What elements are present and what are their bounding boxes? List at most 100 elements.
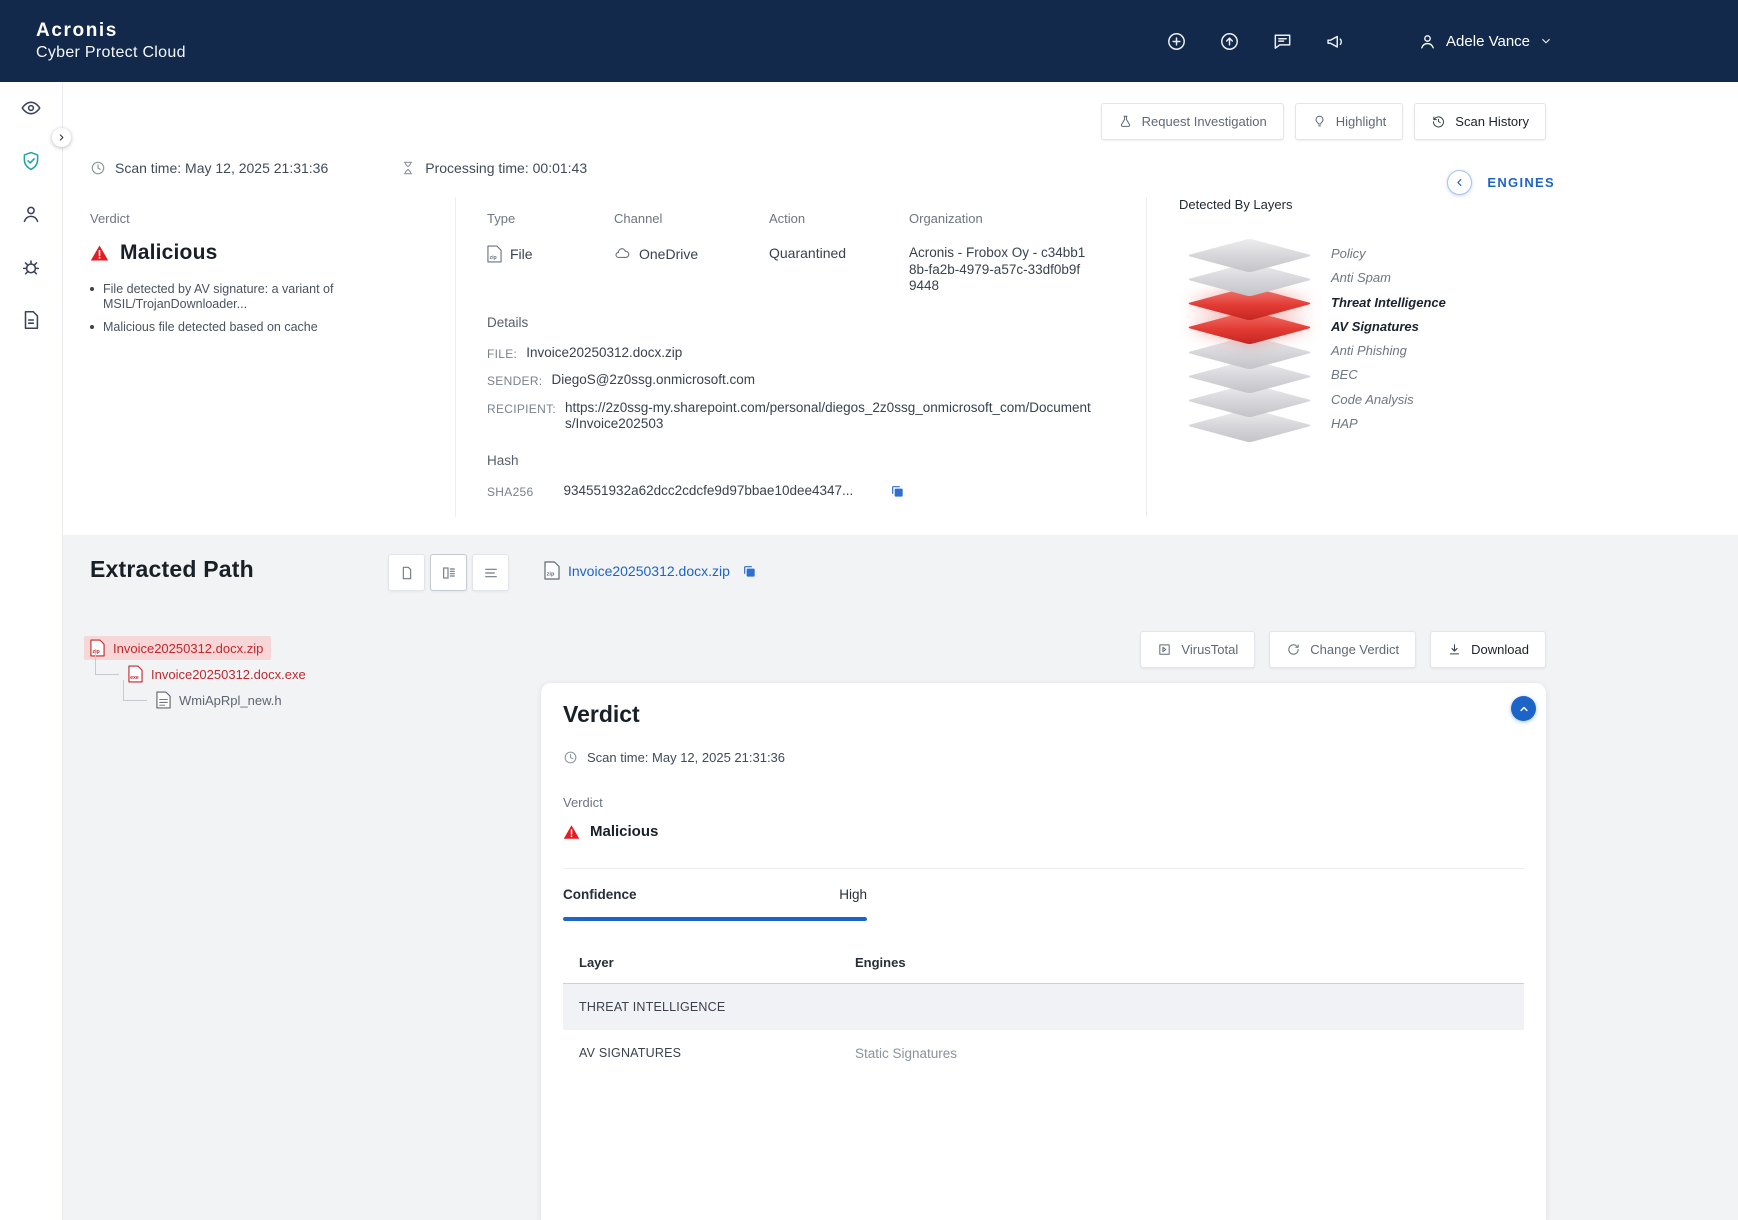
- hash-title: Hash: [487, 453, 1146, 468]
- tree-item-zip[interactable]: zip Invoice20250312.docx.zip: [84, 635, 514, 661]
- table-row[interactable]: AV SIGNATURES Static Signatures: [563, 1030, 1524, 1076]
- svg-text:exe: exe: [130, 675, 139, 681]
- verdict-reasons: File detected by AV signature: a variant…: [90, 282, 455, 335]
- collapse-card-button[interactable]: [1511, 696, 1536, 721]
- layer-label: BEC: [1331, 363, 1556, 387]
- hash-block: Hash SHA256 934551932a62dcc2cdcfe9d97bba…: [487, 453, 1146, 500]
- download-label: Download: [1471, 642, 1529, 657]
- tree-item-name: Invoice20250312.docx.zip: [113, 641, 263, 656]
- channel-label: Channel: [614, 211, 769, 226]
- engines-label: ENGINES: [1487, 175, 1555, 190]
- extracted-path-title: Extracted Path: [90, 556, 254, 583]
- layer-bec: BEC: [1179, 363, 1556, 387]
- action-label: Action: [769, 211, 909, 226]
- card-scan-time: Scan time: May 12, 2025 21:31:36: [563, 750, 1524, 765]
- verdict-reason: Malicious file detected based on cache: [90, 320, 455, 335]
- verdict-label: Verdict: [90, 211, 455, 226]
- card-verdict-label: Verdict: [563, 795, 1524, 810]
- sidebar-expand-button[interactable]: [52, 128, 71, 147]
- tree-connector: [95, 674, 119, 675]
- processing-time-text: Processing time: 00:01:43: [425, 160, 587, 176]
- table-row[interactable]: THREAT INTELLIGENCE: [563, 984, 1524, 1030]
- card-scan-time-text: Scan time: May 12, 2025 21:31:36: [587, 750, 785, 765]
- type-value-text: File: [510, 246, 533, 262]
- tree-item-name: WmiApRpl_new.h: [179, 693, 282, 708]
- current-file-row: zip Invoice20250312.docx.zip: [544, 561, 757, 580]
- chevron-left-icon: [1453, 176, 1466, 189]
- detected-by-layers-panel: Detected By Layers Policy Anti Spam Thre…: [1146, 197, 1556, 517]
- scan-history-button[interactable]: Scan History: [1414, 103, 1546, 140]
- highlight-label: Highlight: [1336, 114, 1387, 129]
- layer-label: Code Analysis: [1331, 388, 1556, 412]
- processing-time: Processing time: 00:01:43: [400, 160, 587, 176]
- svg-text:zip: zip: [547, 572, 555, 578]
- chat-icon[interactable]: [1272, 31, 1293, 52]
- request-investigation-button[interactable]: Request Investigation: [1101, 103, 1284, 140]
- card-verdict-value: Malicious: [590, 823, 658, 840]
- plus-icon[interactable]: [1166, 31, 1187, 52]
- megaphone-icon[interactable]: [1325, 31, 1346, 52]
- download-icon: [1447, 642, 1462, 657]
- verdict-detail-card: Verdict Scan time: May 12, 2025 21:31:36…: [541, 683, 1546, 1220]
- copy-icon[interactable]: [741, 563, 757, 579]
- download-button[interactable]: Download: [1430, 631, 1546, 668]
- flask-icon: [1118, 114, 1133, 129]
- layer-label: Anti Phishing: [1331, 339, 1556, 363]
- chevron-up-icon: [1517, 702, 1531, 716]
- split-view-button[interactable]: [430, 554, 467, 591]
- virustotal-label: VirusTotal: [1181, 642, 1238, 657]
- list-view-button[interactable]: [472, 554, 509, 591]
- change-verdict-button[interactable]: Change Verdict: [1269, 631, 1416, 668]
- table-header: Layer Engines: [563, 955, 1524, 984]
- zip-file-icon: zip: [90, 639, 105, 657]
- attr-channel: Channel OneDrive: [614, 211, 769, 295]
- layer-anti-spam: Anti Spam: [1179, 266, 1556, 290]
- confidence-row: Confidence High: [563, 887, 867, 902]
- sha256-label: SHA256: [487, 483, 534, 499]
- bug-icon[interactable]: [20, 256, 42, 278]
- document-view-button[interactable]: [388, 554, 425, 591]
- channel-value: OneDrive: [614, 245, 769, 262]
- current-file-link[interactable]: Invoice20250312.docx.zip: [568, 563, 730, 579]
- clock-icon: [563, 750, 578, 765]
- user-admin-icon[interactable]: [20, 203, 42, 225]
- layer-threat-intelligence: Threat Intelligence: [1179, 291, 1556, 315]
- engines-toggle[interactable]: ENGINES: [1447, 170, 1555, 195]
- tree-item-file[interactable]: WmiApRpl_new.h: [84, 687, 514, 713]
- detail-file-row: FILE: Invoice20250312.docx.zip: [487, 345, 1146, 362]
- tree-item-name: Invoice20250312.docx.exe: [151, 667, 306, 682]
- virustotal-icon: [1157, 642, 1172, 657]
- layer-cell: AV SIGNATURES: [579, 1046, 855, 1060]
- sender-value: DiegoS@2z0ssg.onmicrosoft.com: [551, 372, 755, 389]
- report-icon[interactable]: [20, 309, 42, 331]
- confidence-bar: [563, 917, 867, 921]
- tree-connector: [123, 700, 147, 701]
- tree-item-exe[interactable]: exe Invoice20250312.docx.exe: [84, 661, 514, 687]
- extracted-path-tree: zip Invoice20250312.docx.zip exe Invoice…: [84, 635, 514, 713]
- divider: [563, 868, 1524, 869]
- file-actions: VirusTotal Change Verdict Download: [1140, 631, 1546, 668]
- engines-column-header: Engines: [855, 955, 1524, 970]
- scan-summary: Verdict Malicious File detected by AV si…: [90, 197, 1556, 517]
- reason-text: File detected by AV signature: a variant…: [103, 282, 455, 312]
- tree-item-inner: WmiApRpl_new.h: [150, 688, 290, 712]
- type-label: Type: [487, 211, 614, 226]
- highlight-icon: [1312, 114, 1327, 129]
- upload-icon[interactable]: [1219, 31, 1240, 52]
- engines-back-circle[interactable]: [1447, 170, 1472, 195]
- confidence-value: High: [839, 887, 867, 902]
- shield-check-icon[interactable]: [20, 150, 42, 172]
- copy-icon[interactable]: [889, 483, 905, 499]
- verdict-value-line: Malicious: [90, 241, 455, 265]
- brand-logo[interactable]: Acronis Cyber Protect Cloud: [36, 20, 186, 62]
- attr-type: Type zip File: [487, 211, 614, 295]
- acronis-cyber-protect-cloud-app: Acronis Cyber Protect Cloud Adele Vance: [0, 0, 1738, 1220]
- monitoring-eye-icon[interactable]: [20, 97, 42, 119]
- highlight-button[interactable]: Highlight: [1295, 103, 1404, 140]
- organization-label: Organization: [909, 211, 1146, 226]
- zip-file-icon: zip: [544, 561, 560, 580]
- clock-icon: [90, 160, 106, 176]
- virustotal-button[interactable]: VirusTotal: [1140, 631, 1255, 668]
- history-icon: [1431, 114, 1446, 129]
- user-menu[interactable]: Adele Vance: [1418, 32, 1553, 51]
